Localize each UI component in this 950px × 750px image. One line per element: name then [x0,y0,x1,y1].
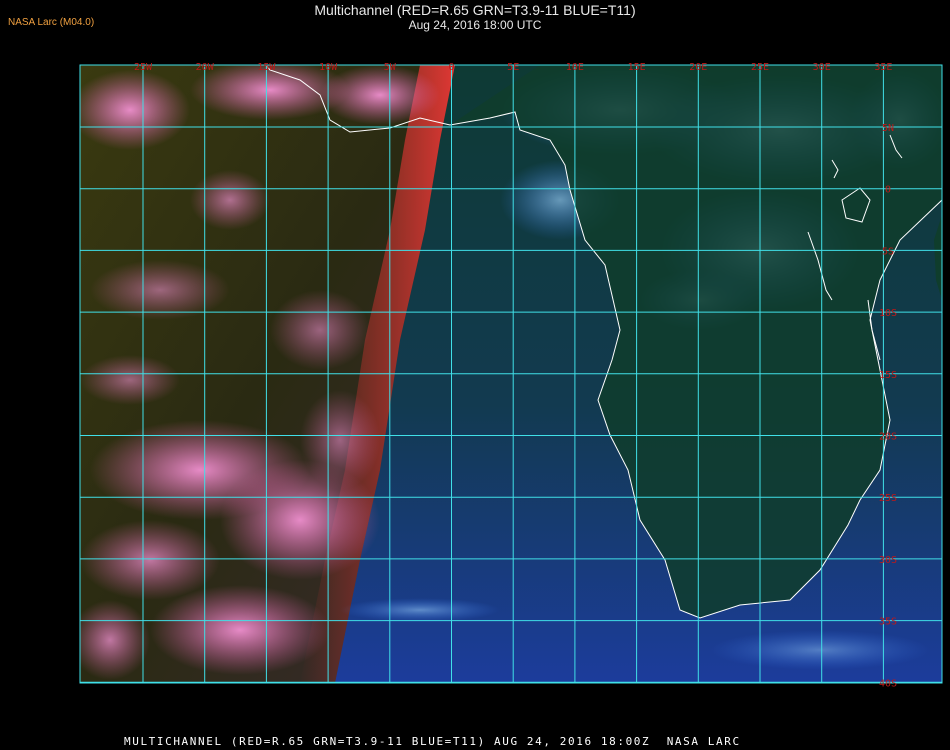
latitude-label: 25S [879,493,897,504]
satellite-map: 25W 20W 15W 10W 5W 0 5E 10E 15E 20E 25E 30E 35E 5N 0 5… [79,62,943,728]
latitude-label: 40S [879,678,897,689]
latitude-label: 15S [879,370,897,381]
longitude-label: 35E [874,62,892,73]
longitude-label: 5E [507,62,519,73]
longitude-label: 25E [751,62,769,73]
lower-black-band [80,683,942,728]
longitude-label: 15W [257,62,276,73]
longitude-label: 10E [566,62,584,73]
longitude-label: 30E [813,62,831,73]
imagery-layer [80,65,942,683]
longitude-label: 20E [689,62,707,73]
longitude-label: 5W [384,62,397,73]
latitude-label: 0 [885,185,891,196]
latitude-label: 5S [882,246,894,257]
footer-caption: MULTICHANNEL (RED=R.65 GRN=T3.9-11 BLUE=… [124,735,741,748]
latitude-label: 30S [879,555,897,566]
latitude-label: 20S [879,432,897,443]
longitude-label: 0 [448,62,454,73]
longitude-label: 10W [319,62,338,73]
longitude-label: 15E [628,62,646,73]
latitude-label: 10S [879,308,897,319]
latitude-label: 5N [882,123,894,134]
longitude-label: 20W [196,62,215,73]
longitude-label: 25W [134,62,153,73]
latitude-label: 35S [879,617,897,628]
